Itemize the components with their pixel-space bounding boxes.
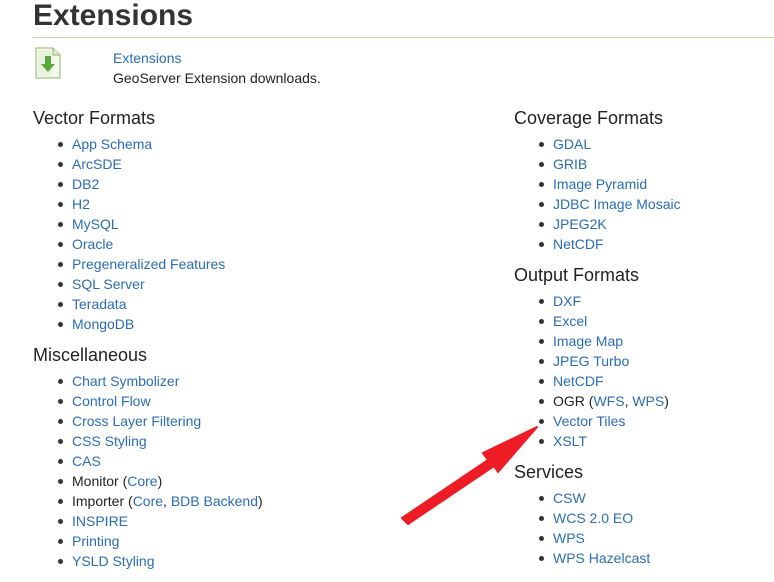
link-printing[interactable]: Printing — [72, 533, 119, 549]
list-item: Teradata — [33, 294, 433, 314]
list-item: SQL Server — [33, 274, 433, 294]
list-item: Cross Layer Filtering — [33, 411, 433, 431]
link-db2[interactable]: DB2 — [72, 176, 99, 192]
link-excel[interactable]: Excel — [553, 313, 587, 329]
list-item: XSLT — [514, 431, 774, 451]
link-xslt[interactable]: XSLT — [553, 433, 587, 449]
item-label-importer: Importer — [72, 493, 125, 509]
link-cross-layer-filtering[interactable]: Cross Layer Filtering — [72, 413, 201, 429]
link-ogr-wps[interactable]: WPS — [632, 393, 664, 409]
list-item: Control Flow — [33, 391, 433, 411]
extensions-description: GeoServer Extension downloads. — [113, 70, 321, 86]
output-formats-list: DXF Excel Image Map JPEG Turbo NetCDF OG… — [514, 291, 774, 460]
link-wcs-2-0-eo[interactable]: WCS 2.0 EO — [553, 510, 633, 526]
list-item: GRIB — [514, 154, 774, 174]
link-importer-bdb-backend[interactable]: BDB Backend — [171, 493, 258, 509]
link-pregeneralized-features[interactable]: Pregeneralized Features — [72, 256, 225, 272]
list-item: WPS — [514, 528, 774, 548]
coverage-formats-list: GDAL GRIB Image Pyramid JDBC Image Mosai… — [514, 134, 774, 263]
item-label-monitor: Monitor — [72, 473, 119, 489]
link-monitor-core[interactable]: Core — [127, 473, 157, 489]
link-netcdf-output[interactable]: NetCDF — [553, 373, 604, 389]
list-item: YSLD Styling — [33, 551, 433, 571]
link-gdal[interactable]: GDAL — [553, 136, 591, 152]
list-item: MySQL — [33, 214, 433, 234]
link-teradata[interactable]: Teradata — [72, 296, 126, 312]
list-item: CSW — [514, 488, 774, 508]
link-vector-tiles[interactable]: Vector Tiles — [553, 413, 625, 429]
link-dxf[interactable]: DXF — [553, 293, 581, 309]
list-item: OGR (WFS, WPS) — [514, 391, 774, 411]
link-h2[interactable]: H2 — [72, 196, 90, 212]
link-image-map[interactable]: Image Map — [553, 333, 623, 349]
list-item: Importer (Core, BDB Backend) — [33, 491, 433, 511]
list-item: H2 — [33, 194, 433, 214]
page-title: Extensions — [33, 0, 194, 32]
link-app-schema[interactable]: App Schema — [72, 136, 152, 152]
link-oracle[interactable]: Oracle — [72, 236, 113, 252]
list-item: Image Map — [514, 331, 774, 351]
list-item: Pregeneralized Features — [33, 254, 433, 274]
link-grib[interactable]: GRIB — [553, 156, 587, 172]
section-heading-vector-formats: Vector Formats — [33, 108, 156, 128]
list-item: DXF — [514, 291, 774, 311]
list-item: Monitor (Core) — [33, 471, 433, 491]
list-item: Excel — [514, 311, 774, 331]
extensions-link[interactable]: Extensions — [113, 49, 181, 67]
list-item: CAS — [33, 451, 433, 471]
link-image-pyramid[interactable]: Image Pyramid — [553, 176, 647, 192]
list-item: JPEG2K — [514, 214, 774, 234]
list-item: NetCDF — [514, 371, 774, 391]
list-item: NetCDF — [514, 234, 774, 254]
link-mongodb[interactable]: MongoDB — [72, 316, 134, 332]
link-mysql[interactable]: MySQL — [72, 216, 119, 232]
section-heading-coverage-formats: Coverage Formats — [514, 108, 664, 128]
link-importer-core[interactable]: Core — [133, 493, 163, 509]
list-item: JPEG Turbo — [514, 351, 774, 371]
left-column: Vector Formats App Schema ArcSDE DB2 H2 … — [33, 106, 433, 580]
right-column: Coverage Formats GDAL GRIB Image Pyramid… — [514, 106, 774, 577]
download-icon — [35, 47, 61, 79]
link-jpeg2k[interactable]: JPEG2K — [553, 216, 607, 232]
link-wps-hazelcast[interactable]: WPS Hazelcast — [553, 550, 650, 566]
link-sql-server[interactable]: SQL Server — [72, 276, 145, 292]
list-item: WCS 2.0 EO — [514, 508, 774, 528]
list-item: App Schema — [33, 134, 433, 154]
list-item: Printing — [33, 531, 433, 551]
title-divider — [33, 37, 774, 38]
list-item: Vector Tiles — [514, 411, 774, 431]
list-item: Oracle — [33, 234, 433, 254]
list-item: CSS Styling — [33, 431, 433, 451]
list-item: INSPIRE — [33, 511, 433, 531]
link-wps[interactable]: WPS — [553, 530, 585, 546]
vector-formats-list: App Schema ArcSDE DB2 H2 MySQL Oracle Pr… — [33, 134, 433, 343]
link-cas[interactable]: CAS — [72, 453, 101, 469]
list-item: WPS Hazelcast — [514, 548, 774, 568]
link-csw[interactable]: CSW — [553, 490, 586, 506]
link-jdbc-image-mosaic[interactable]: JDBC Image Mosaic — [553, 196, 681, 212]
list-item: DB2 — [33, 174, 433, 194]
link-netcdf-coverage[interactable]: NetCDF — [553, 236, 604, 252]
link-jpeg-turbo[interactable]: JPEG Turbo — [553, 353, 629, 369]
link-control-flow[interactable]: Control Flow — [72, 393, 151, 409]
link-chart-symbolizer[interactable]: Chart Symbolizer — [72, 373, 179, 389]
item-label-ogr: OGR — [553, 393, 585, 409]
link-arcsde[interactable]: ArcSDE — [72, 156, 122, 172]
list-item: Image Pyramid — [514, 174, 774, 194]
list-item: JDBC Image Mosaic — [514, 194, 774, 214]
link-ogr-wfs[interactable]: WFS — [593, 393, 624, 409]
section-heading-miscellaneous: Miscellaneous — [33, 345, 148, 365]
section-heading-output-formats: Output Formats — [514, 265, 640, 285]
section-heading-services: Services — [514, 462, 584, 482]
list-item: GDAL — [514, 134, 774, 154]
list-item: MongoDB — [33, 314, 433, 334]
link-css-styling[interactable]: CSS Styling — [72, 433, 147, 449]
miscellaneous-list: Chart Symbolizer Control Flow Cross Laye… — [33, 371, 433, 580]
services-list: CSW WCS 2.0 EO WPS WPS Hazelcast — [514, 488, 774, 577]
link-inspire[interactable]: INSPIRE — [72, 513, 128, 529]
list-item: ArcSDE — [33, 154, 433, 174]
list-item: Chart Symbolizer — [33, 371, 433, 391]
link-ysld-styling[interactable]: YSLD Styling — [72, 553, 154, 569]
